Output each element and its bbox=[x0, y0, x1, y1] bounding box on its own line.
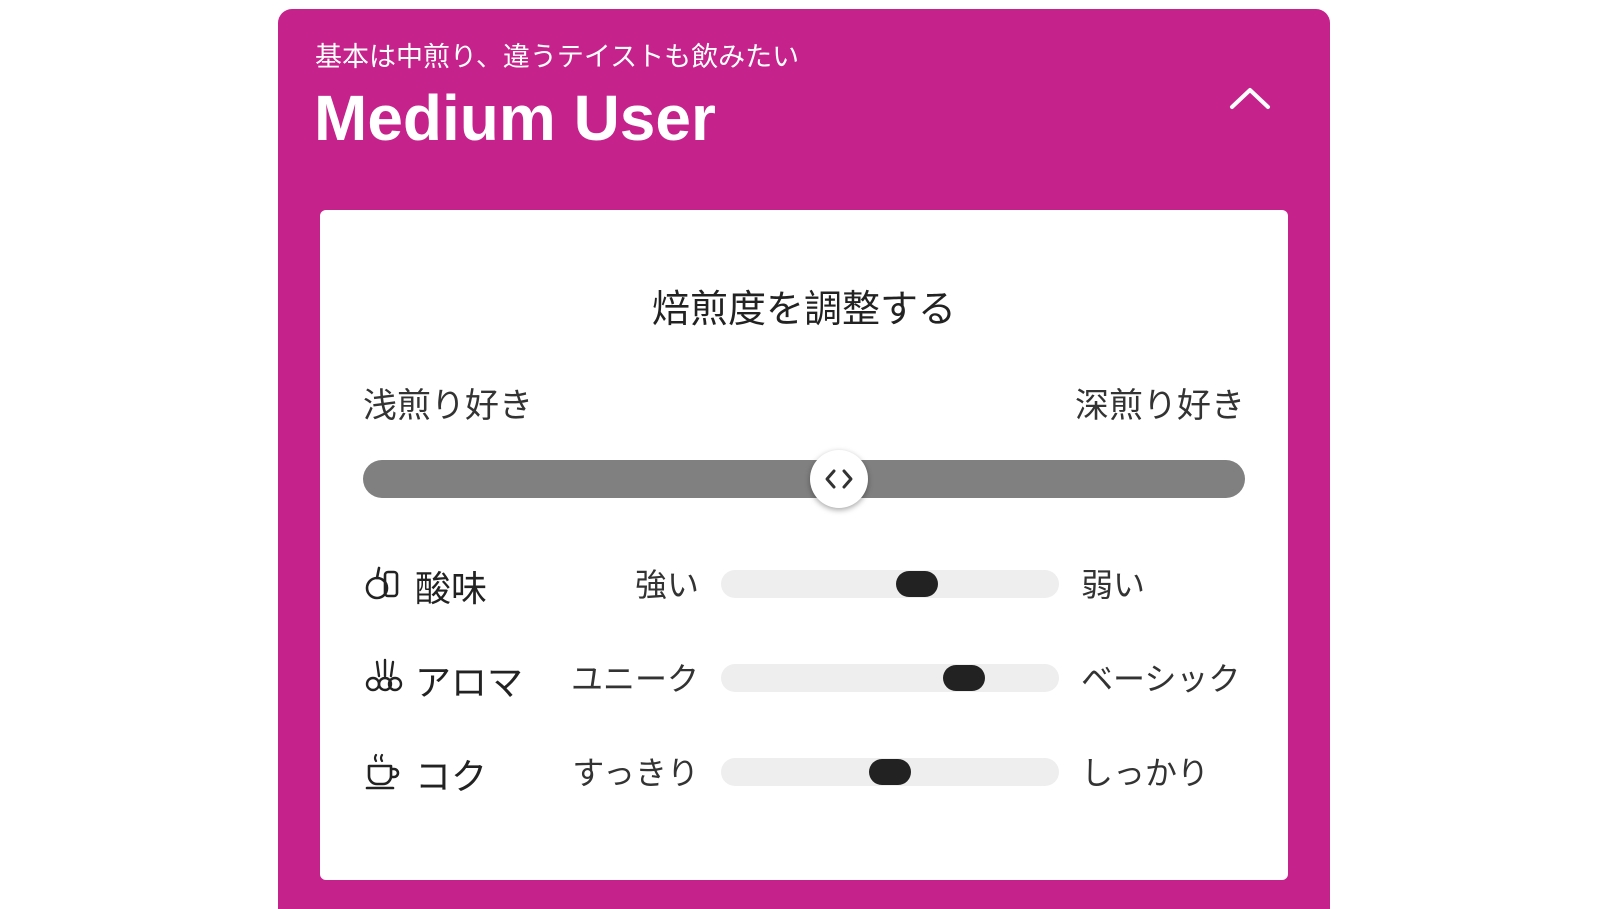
collapse-button[interactable] bbox=[1228, 81, 1272, 115]
attribute-row-acidity: 酸味 強い 弱い bbox=[363, 560, 1253, 610]
lemon-icon bbox=[363, 562, 403, 602]
roast-dark-label: 深煎り好き bbox=[1075, 386, 1245, 426]
attribute-row-body: コク すっきり しっかり bbox=[363, 748, 1253, 798]
roast-adjust-panel: 焙煎度を調整する 浅煎り好き 深煎り好き 酸味 強い 弱い アロマ ユニーク ベ… bbox=[320, 210, 1288, 880]
chevron-up-icon bbox=[1230, 88, 1270, 109]
attribute-high-label: しっかり bbox=[1081, 754, 1210, 792]
attribute-high-label: ベーシック bbox=[1081, 660, 1241, 698]
attribute-name: 酸味 bbox=[415, 569, 488, 610]
user-type-card: 基本は中煎り、違うテイストも飲みたい Medium User 焙煎度を調整する … bbox=[278, 9, 1330, 909]
attribute-low-label: すっきり bbox=[572, 754, 699, 792]
flower-icon bbox=[363, 656, 403, 696]
left-right-arrows-icon bbox=[825, 469, 853, 489]
attribute-name: アロマ bbox=[415, 663, 524, 704]
attribute-high-label: 弱い bbox=[1081, 566, 1146, 604]
attribute-low-label: ユニーク bbox=[570, 660, 699, 698]
coffee-cup-icon bbox=[363, 750, 403, 790]
body-slider-thumb[interactable] bbox=[869, 759, 911, 785]
card-title: Medium User bbox=[314, 82, 716, 154]
attribute-low-label: 強い bbox=[634, 566, 699, 604]
panel-title: 焙煎度を調整する bbox=[651, 287, 956, 331]
roast-slider-thumb[interactable] bbox=[810, 450, 869, 508]
card-subtitle: 基本は中煎り、違うテイストも飲みたい bbox=[315, 42, 800, 73]
body-slider-track[interactable] bbox=[721, 758, 1059, 786]
roast-slider-track[interactable] bbox=[363, 450, 1245, 508]
aroma-slider-track[interactable] bbox=[721, 664, 1059, 692]
attribute-row-aroma: アロマ ユニーク ベーシック bbox=[363, 654, 1253, 704]
aroma-slider-thumb[interactable] bbox=[943, 665, 986, 691]
acidity-slider-thumb[interactable] bbox=[896, 571, 939, 597]
roast-light-label: 浅煎り好き bbox=[363, 386, 533, 426]
acidity-slider-track[interactable] bbox=[721, 570, 1059, 598]
attribute-name: コク bbox=[415, 757, 488, 798]
